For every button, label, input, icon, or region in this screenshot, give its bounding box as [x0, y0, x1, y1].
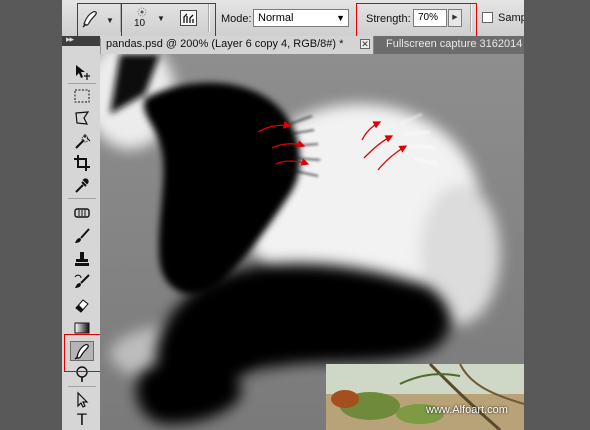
document-tab-inactive[interactable]: Fullscreen capture 3162014 — [376, 36, 524, 54]
close-tab-icon[interactable]: ✕ — [360, 39, 370, 49]
right-workspace-gutter — [524, 0, 590, 430]
eraser-tool-icon[interactable] — [70, 295, 94, 315]
chevron-down-icon: ▼ — [336, 13, 345, 23]
panda-artwork — [100, 54, 524, 430]
mode-select-value: Normal — [258, 12, 294, 24]
brush-tool-icon[interactable] — [70, 226, 94, 246]
watermark-text: www.Alfoart.com — [426, 404, 508, 416]
separator — [68, 198, 96, 199]
sample-all-layers-checkbox[interactable] — [482, 12, 493, 23]
sample-all-layers-group: Sample All Layers — [476, 0, 524, 36]
history-brush-tool-icon[interactable] — [70, 272, 94, 292]
sample-all-layers-label: Sample All Layers — [498, 12, 524, 24]
mode-select[interactable]: Normal ▼ — [253, 9, 349, 27]
collapse-panel-icon[interactable]: ▸▸ — [66, 34, 74, 45]
document-tab-active[interactable]: pandas.psd @ 200% (Layer 6 copy 4, RGB/8… — [100, 36, 374, 54]
lasso-tool-icon[interactable] — [70, 108, 94, 128]
crop-tool-icon[interactable] — [70, 153, 94, 173]
callout-strength — [356, 3, 477, 38]
mode-label: Mode: — [221, 13, 252, 25]
separator — [68, 386, 96, 387]
healing-brush-tool-icon[interactable] — [70, 203, 94, 223]
rectangular-marquee-tool-icon[interactable] — [70, 86, 94, 106]
path-selection-tool-icon[interactable] — [70, 390, 94, 410]
eyedropper-tool-icon[interactable] — [70, 176, 94, 196]
toolbox-header[interactable]: ▸▸ — [62, 34, 100, 46]
document-tab-title: Fullscreen capture 3162014 — [386, 38, 523, 50]
left-workspace-gutter — [0, 0, 62, 430]
type-tool-icon[interactable]: T — [70, 410, 94, 430]
magic-wand-tool-icon[interactable] — [70, 131, 94, 151]
move-tool-icon[interactable] — [70, 62, 94, 82]
document-tab-title: pandas.psd @ 200% (Layer 6 copy 4, RGB/8… — [106, 38, 344, 50]
document-tab-bar: pandas.psd @ 200% (Layer 6 copy 4, RGB/8… — [100, 36, 524, 54]
background-photo-inset — [326, 362, 524, 430]
separator — [68, 83, 96, 84]
clone-stamp-tool-icon[interactable] — [70, 249, 94, 269]
document-canvas[interactable] — [100, 54, 524, 430]
